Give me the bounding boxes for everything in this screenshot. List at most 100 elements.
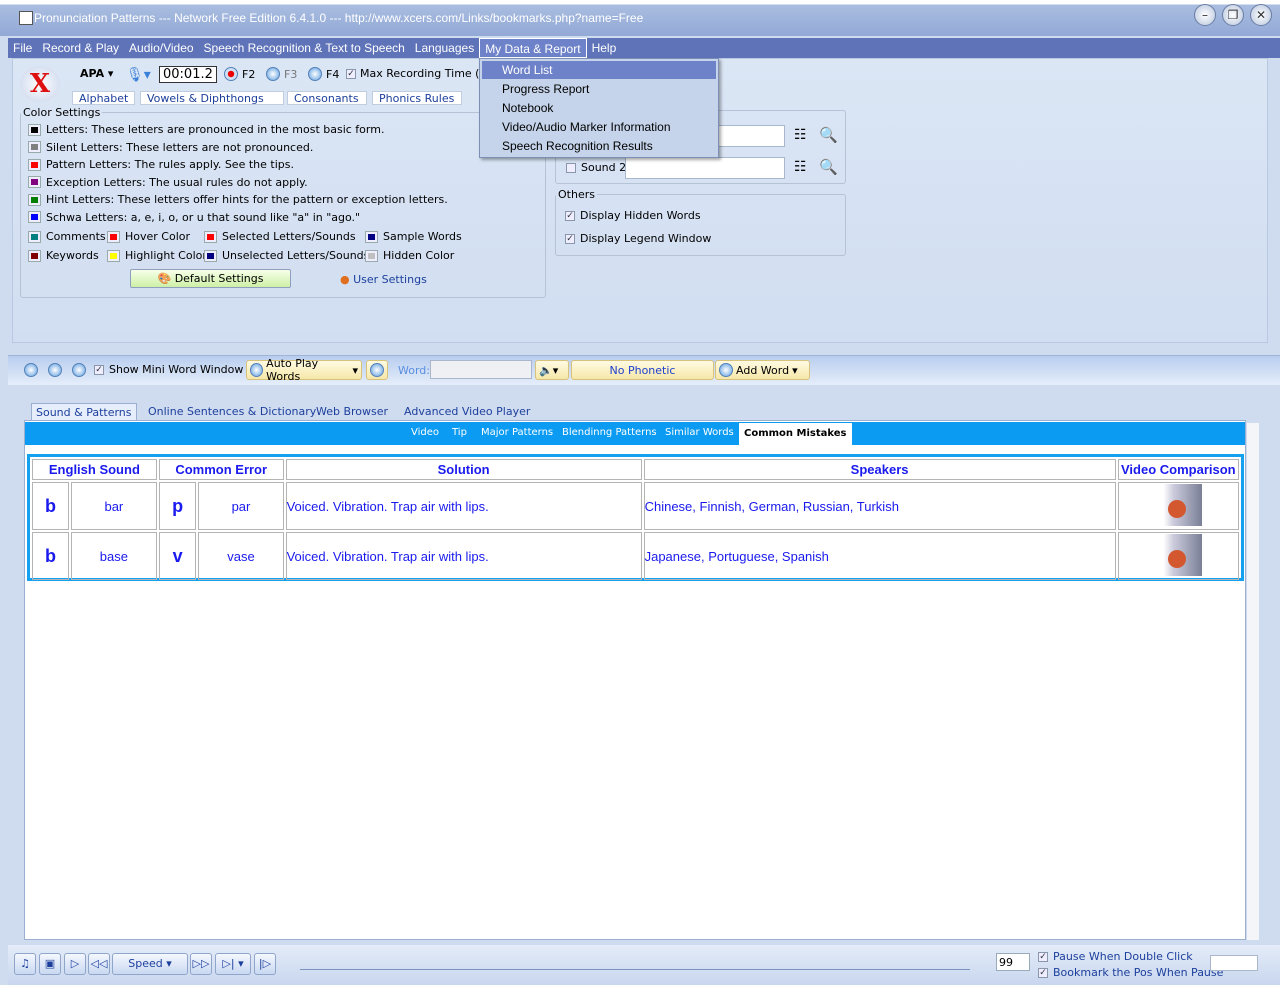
minimize-button[interactable]: – — [1194, 4, 1216, 26]
mouth-diagram-video-icon[interactable] — [1154, 483, 1203, 526]
color-swatch[interactable] — [107, 230, 120, 243]
color-legend-item[interactable]: Exception Letters: The usual rules do no… — [28, 176, 308, 189]
next-icon[interactable]: |▷ — [254, 953, 276, 975]
tab-web-browser[interactable]: Web Browser — [316, 405, 388, 418]
pause-button[interactable]: F3 — [266, 67, 297, 81]
tab-phonics-rules[interactable]: Phonics Rules — [372, 91, 462, 105]
zoom-icon[interactable]: 🔍 — [819, 158, 838, 176]
subtab-video[interactable]: Video — [411, 427, 439, 438]
color-legend-item[interactable]: Comments — [28, 230, 106, 243]
display-legend-window-checkbox[interactable]: ✓ Display Legend Window — [565, 232, 711, 245]
screen-icon[interactable]: ▣ — [39, 953, 61, 975]
color-swatch[interactable] — [28, 141, 41, 153]
subtab-major-patterns[interactable]: Major Patterns — [481, 427, 553, 438]
auto-play-words-button[interactable]: Auto Play Words ▾ — [246, 357, 362, 383]
color-swatch[interactable] — [28, 176, 41, 188]
close-button[interactable]: ✕ — [1250, 4, 1272, 26]
menu-record-play[interactable]: Record & Play — [37, 38, 124, 58]
up-icon[interactable] — [24, 363, 38, 377]
menu-help[interactable]: Help — [587, 38, 622, 58]
menu-file[interactable]: File — [8, 38, 37, 58]
maximize-button[interactable]: ❐ — [1222, 4, 1244, 26]
color-swatch[interactable] — [365, 249, 378, 262]
menu-item-word-list[interactable]: Word List — [502, 63, 552, 77]
subtab-similar-words[interactable]: Similar Words — [665, 427, 734, 438]
phonetic-dropdown[interactable]: APA ▾ — [80, 67, 113, 80]
position-slider[interactable] — [300, 969, 970, 970]
color-swatch[interactable] — [28, 211, 41, 223]
back-icon[interactable] — [48, 363, 62, 377]
menu-item-progress-report[interactable]: Progress Report — [502, 82, 589, 96]
display-hidden-words-checkbox[interactable]: ✓ Display Hidden Words — [565, 209, 701, 222]
microphone-icon[interactable]: 🎙▾ — [126, 67, 151, 83]
pause-double-click-checkbox[interactable]: ✓ Pause When Double Click — [1038, 950, 1193, 963]
subtab-blending-patterns[interactable]: Blendinng Patterns — [562, 427, 657, 438]
user-settings-link[interactable]: ● User Settings — [340, 273, 427, 286]
forward-icon[interactable] — [72, 363, 86, 377]
color-legend-item[interactable]: Silent Letters: These letters are not pr… — [28, 141, 313, 154]
tab-sound-patterns[interactable]: Sound & Patterns — [31, 403, 137, 421]
color-legend-item[interactable]: Schwa Letters: a, e, i, o, or u that sou… — [28, 211, 360, 224]
tab-alphabet[interactable]: Alphabet — [72, 91, 136, 105]
play-icon[interactable]: ▷ — [64, 953, 86, 975]
volume-spinner[interactable]: 99 — [996, 953, 1030, 971]
color-swatch[interactable] — [204, 230, 217, 243]
color-legend-item[interactable]: Selected Letters/Sounds — [204, 230, 356, 243]
bottom-input[interactable] — [1210, 955, 1258, 971]
menu-audio-video[interactable]: Audio/Video — [124, 38, 199, 58]
subtab-tip[interactable]: Tip — [452, 427, 467, 438]
default-settings-button[interactable]: 🎨 Default Settings — [130, 269, 291, 288]
color-swatch[interactable] — [107, 249, 120, 262]
table-row[interactable]: b bar p par Voiced. Vibration. Trap air … — [32, 482, 1239, 530]
zoom-icon[interactable]: 🔍 — [819, 126, 838, 144]
color-swatch[interactable] — [28, 193, 41, 206]
step-dropdown[interactable]: ▷| ▾ — [215, 953, 251, 975]
tree-icon[interactable]: ☷ — [794, 127, 807, 143]
color-legend-item[interactable]: Letters: These letters are pronounced in… — [28, 123, 384, 136]
music-icon[interactable]: ♫ — [14, 953, 36, 975]
word-input[interactable] — [430, 360, 532, 379]
record-button[interactable]: F2 — [224, 67, 255, 81]
color-legend-item[interactable]: Highlight Color — [107, 249, 207, 262]
tab-vowels[interactable]: Vowels & Diphthongs — [140, 91, 284, 105]
color-swatch[interactable] — [28, 230, 41, 243]
vertical-scrollbar[interactable] — [1247, 423, 1259, 940]
subtab-common-mistakes[interactable]: Common Mistakes — [739, 423, 852, 445]
color-swatch[interactable] — [204, 249, 217, 262]
tab-online-sentences[interactable]: Online Sentences & Dictionary — [148, 405, 316, 418]
color-legend-item[interactable]: Hidden Color — [365, 249, 454, 262]
menu-item-notebook[interactable]: Notebook — [502, 101, 553, 115]
color-legend-item[interactable]: Hover Color — [107, 230, 190, 243]
menu-languages[interactable]: Languages — [410, 38, 479, 58]
color-swatch[interactable] — [28, 158, 41, 171]
fast-forward-icon[interactable]: ▷▷ — [190, 953, 212, 975]
speed-dropdown[interactable]: Speed ▾ — [112, 953, 188, 975]
table-row[interactable]: b base v vase Voiced. Vibration. Trap ai… — [32, 532, 1239, 580]
color-legend-item[interactable]: Unselected Letters/Sounds — [204, 249, 369, 262]
bookmark-pause-checkbox[interactable]: ✓ Bookmark the Pos When Pause — [1038, 966, 1223, 979]
rewind-icon[interactable]: ◁◁ — [88, 953, 110, 975]
mouth-diagram-video-icon[interactable] — [1154, 533, 1203, 576]
tab-advanced-video[interactable]: Advanced Video Player — [404, 405, 530, 418]
menu-my-data-report[interactable]: My Data & Report — [479, 38, 587, 58]
sound2-input[interactable] — [625, 157, 785, 179]
menu-item-marker-info[interactable]: Video/Audio Marker Information — [502, 120, 671, 134]
show-mini-word-checkbox[interactable]: ✓ Show Mini Word Window — [94, 363, 243, 376]
menu-speech-recognition[interactable]: Speech Recognition & Text to Speech — [199, 38, 410, 58]
add-word-button[interactable]: Add Word ▾ — [715, 360, 810, 380]
color-swatch[interactable] — [365, 230, 378, 243]
color-legend-item[interactable]: Sample Words — [365, 230, 462, 243]
pause-words-button[interactable] — [366, 360, 388, 380]
tree-icon[interactable]: ☷ — [794, 159, 807, 175]
color-legend-item[interactable]: Keywords — [28, 249, 99, 262]
menu-item-speech-results[interactable]: Speech Recognition Results — [502, 139, 653, 153]
color-legend-item[interactable]: Hint Letters: These letters offer hints … — [28, 193, 448, 206]
color-legend-item[interactable]: Pattern Letters: The rules apply. See th… — [28, 158, 294, 171]
tab-consonants[interactable]: Consonants — [287, 91, 367, 105]
play-button[interactable]: F4 — [308, 67, 339, 81]
speaker-dropdown[interactable]: 🔈▾ — [535, 360, 569, 380]
sound2-checkbox[interactable]: Sound 2 — [566, 161, 626, 174]
color-swatch[interactable] — [28, 249, 41, 262]
max-recording-time-checkbox[interactable]: ✓ Max Recording Time (Se — [346, 67, 493, 80]
color-swatch[interactable] — [28, 123, 41, 136]
